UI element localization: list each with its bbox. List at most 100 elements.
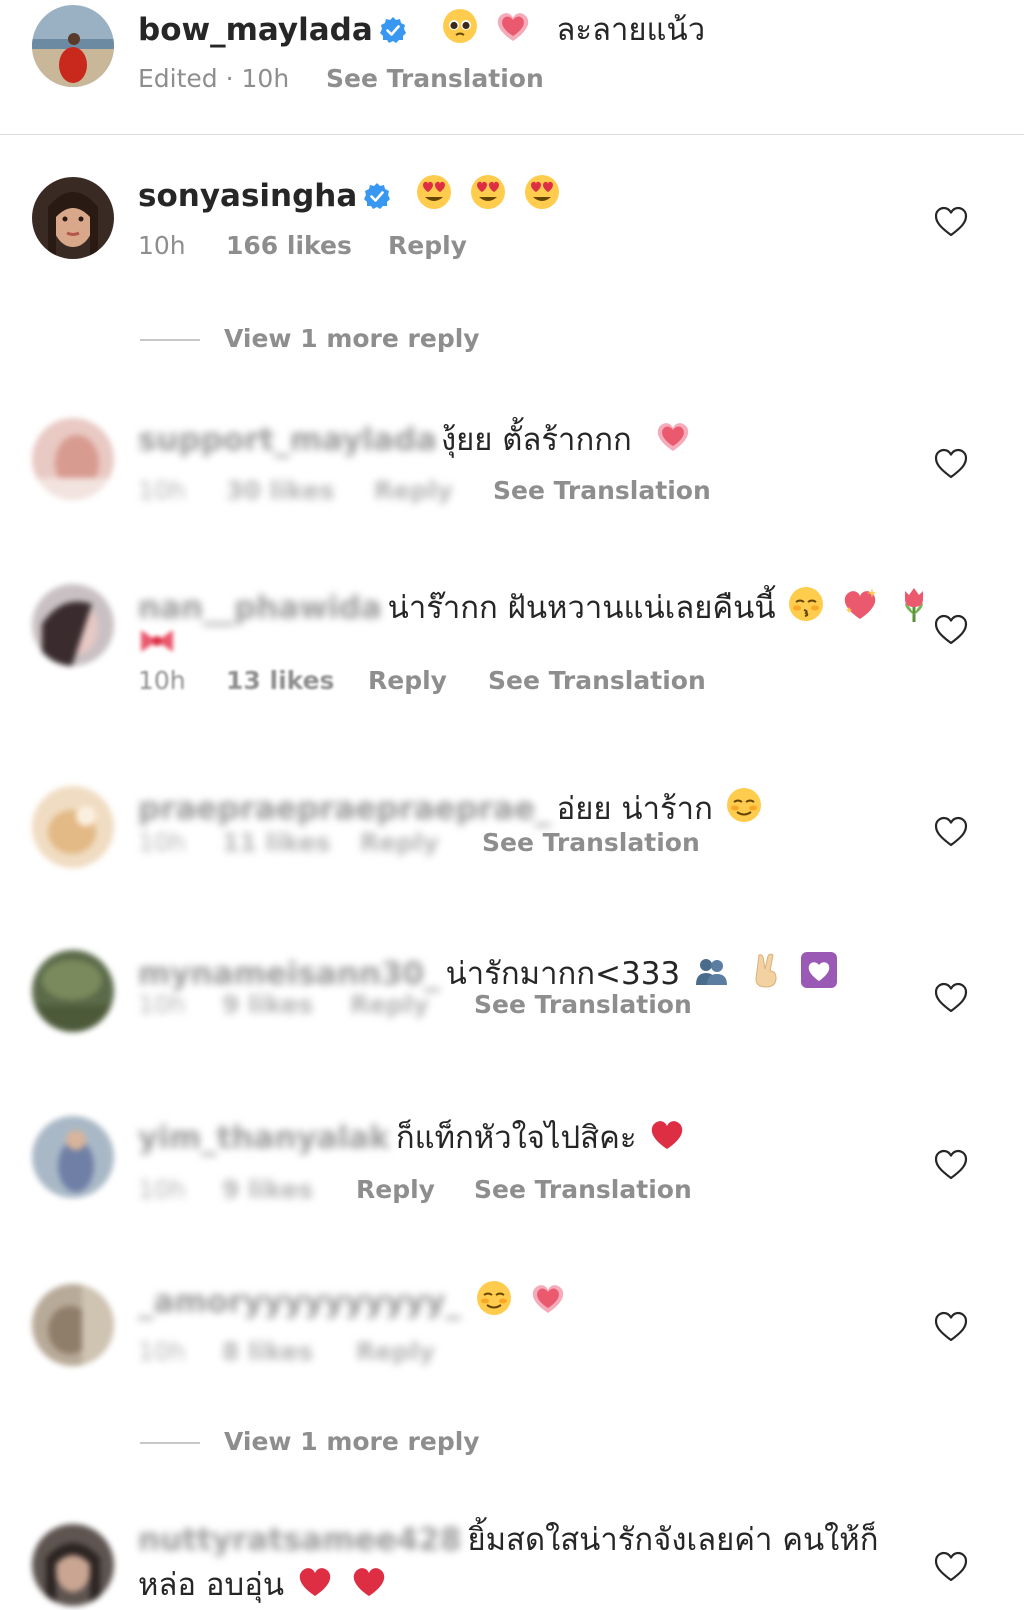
caption-text: ละลายแน้ว bbox=[556, 12, 706, 48]
kissing-closed-eyes-emoji bbox=[787, 585, 825, 633]
red-heart-emoji bbox=[648, 1115, 686, 1163]
view-more-replies[interactable]: View 1 more reply bbox=[140, 321, 540, 357]
sparkling-heart-emoji bbox=[841, 585, 879, 633]
like-heart-icon[interactable] bbox=[934, 205, 968, 239]
comment-meta: 10h 30 likes Reply See Translation bbox=[138, 476, 738, 506]
see-translation-link[interactable]: See Translation bbox=[482, 828, 700, 858]
red-heart-emoji bbox=[350, 1562, 388, 1610]
heart-eyes-emoji bbox=[523, 173, 561, 221]
verified-badge-icon bbox=[363, 180, 391, 209]
comment-username[interactable]: nuttyratsamee428 bbox=[138, 1520, 461, 1560]
likes-count[interactable]: 8 likes bbox=[222, 1337, 313, 1367]
like-heart-icon[interactable] bbox=[934, 613, 968, 647]
comment-username[interactable]: support_maylada bbox=[138, 420, 437, 460]
like-heart-icon[interactable] bbox=[934, 1310, 968, 1344]
comment-text: น่ารักมากก<333 bbox=[445, 956, 681, 992]
comment-time: 10h bbox=[138, 1337, 186, 1366]
like-heart-icon[interactable] bbox=[934, 815, 968, 849]
comment-header: support_maylada งุ้ยย ตั้ลร้ากกก bbox=[138, 417, 692, 465]
comment-text: อ่ยย น่าร้าก bbox=[556, 791, 713, 827]
comment-text-continued bbox=[138, 622, 176, 670]
comment-meta: 10h 8 likes Reply bbox=[138, 1337, 738, 1367]
likes-count[interactable]: 13 likes bbox=[226, 666, 334, 696]
tulip-emoji bbox=[895, 585, 933, 633]
growing-heart-emoji bbox=[654, 417, 692, 465]
avatar[interactable] bbox=[32, 1524, 114, 1606]
comment-meta: 10h 13 likes Reply See Translation bbox=[138, 666, 738, 696]
victory-hand-emoji bbox=[746, 951, 784, 999]
reply-button[interactable]: Reply bbox=[388, 231, 467, 261]
avatar[interactable] bbox=[32, 418, 114, 500]
avatar[interactable] bbox=[32, 1116, 114, 1198]
like-heart-icon[interactable] bbox=[934, 447, 968, 481]
divider bbox=[140, 1442, 200, 1444]
reply-button[interactable]: Reply bbox=[356, 1337, 435, 1367]
comment-header: nuttyratsamee428 ยิ้มสดใสน่ารักจังเลยค่า … bbox=[138, 1520, 879, 1560]
comment-username[interactable]: mynameisann30_ bbox=[138, 954, 440, 994]
reply-button[interactable]: Reply bbox=[360, 828, 439, 858]
comment-text: ก็แท็กหัวใจไปสิคะ bbox=[395, 1120, 637, 1156]
reply-button[interactable]: Reply bbox=[350, 990, 429, 1020]
like-heart-icon[interactable] bbox=[934, 1148, 968, 1182]
comment-username[interactable]: yim_thanyalak bbox=[138, 1118, 390, 1158]
avatar[interactable] bbox=[32, 5, 114, 87]
like-heart-icon[interactable] bbox=[934, 981, 968, 1015]
avatar[interactable] bbox=[32, 1284, 114, 1366]
comment-text: งุ้ยย ตั้ลร้ากกก bbox=[440, 422, 632, 458]
comment-header: nan__phawida น่าร๊ากก ฝันหวานแน่เลยคืนนี้ bbox=[138, 585, 933, 633]
red-heart-emoji bbox=[296, 1562, 334, 1610]
reply-button[interactable]: Reply bbox=[356, 1175, 435, 1205]
verified-badge-icon bbox=[379, 14, 407, 43]
comment-header: _amoryyyyyyyyyy_ bbox=[138, 1279, 567, 1327]
pleading-face-emoji bbox=[441, 7, 479, 55]
comment-time: 10h bbox=[138, 231, 186, 260]
caption-header: bow_maylada ละลายแน้ว bbox=[138, 7, 705, 55]
ribbon-emoji bbox=[138, 622, 176, 670]
smiling-face-emoji bbox=[725, 786, 763, 834]
edited-label: Edited · 10h bbox=[138, 64, 290, 93]
growing-heart-emoji bbox=[529, 1279, 567, 1327]
comment-username[interactable]: _amoryyyyyyyyyy_ bbox=[138, 1282, 461, 1322]
avatar[interactable] bbox=[32, 177, 114, 259]
see-translation-link[interactable]: See Translation bbox=[474, 1175, 692, 1205]
heart-eyes-emoji bbox=[469, 173, 507, 221]
reply-button[interactable]: Reply bbox=[374, 476, 453, 506]
comment-meta: 10h 9 likes Reply See Translation bbox=[138, 1175, 738, 1205]
divider bbox=[0, 134, 1024, 135]
likes-count[interactable]: 30 likes bbox=[226, 476, 334, 506]
purple-heart-emoji bbox=[800, 951, 838, 999]
comment-meta: 10h 11 likes Reply See Translation bbox=[138, 828, 738, 858]
comment-header: yim_thanyalak ก็แท็กหัวใจไปสิคะ bbox=[138, 1115, 686, 1163]
comment-username[interactable]: praepraepraepraeprae_ bbox=[138, 789, 551, 829]
avatar[interactable] bbox=[32, 786, 114, 868]
likes-count[interactable]: 9 likes bbox=[222, 1175, 313, 1205]
see-translation-link[interactable]: See Translation bbox=[326, 64, 544, 94]
likes-count[interactable]: 166 likes bbox=[226, 231, 352, 261]
comment-username[interactable]: sonyasingha bbox=[138, 178, 357, 214]
caption-username[interactable]: bow_maylada bbox=[138, 12, 373, 48]
likes-count[interactable]: 9 likes bbox=[222, 990, 313, 1020]
comment-meta: 10h 166 likes Reply bbox=[138, 231, 738, 261]
comment-time: 10h bbox=[138, 828, 186, 857]
comment-text: น่าร๊ากก ฝันหวานแน่เลยคืนนี้ bbox=[387, 590, 776, 626]
divider bbox=[140, 339, 200, 341]
view-more-replies-label[interactable]: View 1 more reply bbox=[224, 1424, 480, 1460]
likes-count[interactable]: 11 likes bbox=[222, 828, 330, 858]
like-heart-icon[interactable] bbox=[934, 1550, 968, 1584]
heart-eyes-emoji bbox=[415, 173, 453, 221]
comment-time: 10h bbox=[138, 476, 186, 505]
caption-meta: Edited · 10h See Translation bbox=[138, 64, 638, 94]
comment-text: ยิ้มสดใสน่ารักจังเลยค่า คนให้ก็ bbox=[467, 1522, 879, 1558]
see-translation-link[interactable]: See Translation bbox=[493, 476, 711, 506]
post-caption: bow_maylada ละลายแน้ว Edited · 10h See T… bbox=[0, 0, 1024, 135]
view-more-replies[interactable]: View 1 more reply bbox=[140, 1424, 540, 1460]
comment-time: 10h bbox=[138, 1175, 186, 1204]
growing-heart-emoji bbox=[494, 7, 532, 55]
avatar[interactable] bbox=[32, 950, 114, 1032]
reply-button[interactable]: Reply bbox=[368, 666, 447, 696]
see-translation-link[interactable]: See Translation bbox=[474, 990, 692, 1020]
see-translation-link[interactable]: See Translation bbox=[488, 666, 706, 696]
view-more-replies-label[interactable]: View 1 more reply bbox=[224, 321, 480, 357]
avatar[interactable] bbox=[32, 584, 114, 666]
comment-header: praepraepraepraeprae_ อ่ยย น่าร้าก bbox=[138, 786, 763, 834]
